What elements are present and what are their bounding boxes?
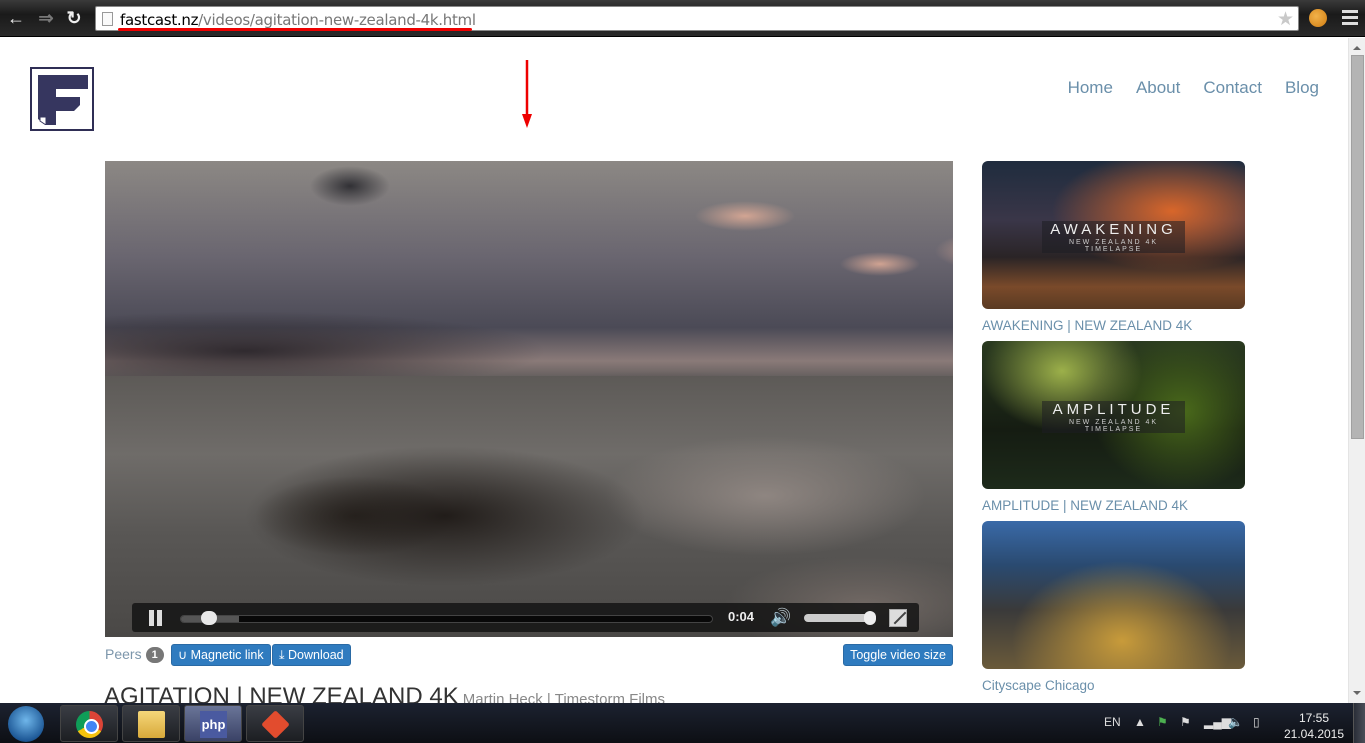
language-indicator[interactable]: EN — [1104, 715, 1121, 729]
url-host: fastcast.nz — [120, 11, 199, 29]
system-clock[interactable]: 17:55 21.04.2015 — [1283, 710, 1345, 742]
back-icon[interactable]: ← — [6, 8, 26, 28]
related-link[interactable]: AMPLITUDE | NEW ZEALAND 4K — [982, 498, 1245, 513]
logo-f-icon — [38, 75, 88, 125]
download-icon: ⤓ — [279, 648, 285, 662]
video-player[interactable] — [105, 161, 953, 637]
start-button-icon[interactable] — [8, 706, 44, 742]
reload-icon[interactable]: ↻ — [64, 8, 84, 28]
player-controls: 0:04 🔊 — [132, 603, 919, 632]
overlay-title: AMPLITUDE — [1052, 401, 1175, 418]
volume-handle[interactable] — [864, 611, 876, 625]
scroll-down-icon[interactable] — [1353, 691, 1361, 695]
taskbar-chrome[interactable] — [60, 705, 118, 742]
pause-icon[interactable] — [149, 610, 162, 626]
related-videos: AWAKENING NEW ZEALAND 4K TIMELAPSE AWAKEN… — [982, 161, 1245, 701]
thumbnail-overlay: AMPLITUDE NEW ZEALAND 4K TIMELAPSE — [1042, 401, 1185, 433]
time-display: 0:04 — [728, 609, 755, 624]
related-thumbnail[interactable]: AMPLITUDE NEW ZEALAND 4K TIMELAPSE — [982, 341, 1245, 489]
fullscreen-icon[interactable] — [889, 609, 907, 627]
page-icon — [102, 12, 113, 26]
video-author: Martin Heck | Timestorm Films — [462, 691, 665, 703]
forward-icon[interactable]: ⇒ — [36, 8, 56, 28]
git-icon — [261, 710, 290, 739]
speaker-icon[interactable]: 🔈 — [1228, 715, 1243, 729]
power-icon[interactable]: ▯ — [1253, 715, 1260, 729]
video-actions: Peers 1 ∪ Magnetic link ⤓ Download Toggle… — [105, 644, 953, 668]
related-thumbnail[interactable]: AWAKENING NEW ZEALAND 4K TIMELAPSE — [982, 161, 1245, 309]
taskbar-file-explorer[interactable] — [122, 705, 180, 742]
volume-icon[interactable]: 🔊 — [770, 608, 791, 628]
video-title-text: AGITATION | NEW ZEALAND 4K — [104, 683, 459, 703]
progress-handle[interactable] — [201, 611, 218, 625]
windows-taskbar: php EN ▲ ⚑ ⚑ ▂▄▆ 🔈 ▯ 17:55 21.04.2015 — [0, 703, 1365, 743]
clock-time: 17:55 — [1298, 711, 1330, 725]
thumbnail-overlay: AWAKENING NEW ZEALAND 4K TIMELAPSE — [1042, 221, 1185, 253]
magnetic-link-button[interactable]: ∪ Magnetic link — [171, 644, 271, 666]
phpstorm-icon: php — [200, 711, 227, 738]
related-link[interactable]: AWAKENING | NEW ZEALAND 4K — [982, 318, 1245, 333]
download-label: Download — [288, 648, 344, 662]
show-desktop-button[interactable] — [1353, 703, 1365, 743]
annotation-arrow-icon — [522, 60, 532, 128]
overlay-title: AWAKENING — [1050, 221, 1177, 238]
folder-icon — [138, 711, 165, 738]
annotation-underline — [118, 28, 472, 31]
cookie-extension-icon[interactable] — [1309, 9, 1327, 27]
nav-about[interactable]: About — [1136, 78, 1180, 98]
network-icon[interactable]: ▂▄▆ — [1204, 715, 1231, 729]
download-button[interactable]: ⤓ Download — [272, 644, 351, 666]
video-title: AGITATION | NEW ZEALAND 4K Martin Heck | … — [104, 683, 665, 703]
url-text[interactable]: fastcast.nz/videos/agitation-new-zealand… — [120, 11, 476, 29]
toggle-video-size-button[interactable]: Toggle video size — [843, 644, 953, 666]
peers-count-badge: 1 — [145, 647, 164, 663]
menu-icon[interactable] — [1342, 10, 1358, 26]
nav-contact[interactable]: Contact — [1203, 78, 1262, 98]
progress-bar[interactable] — [180, 615, 713, 623]
nav-home[interactable]: Home — [1068, 78, 1113, 98]
volume-slider[interactable] — [804, 614, 872, 622]
magnet-label: Magnetic link — [190, 648, 264, 662]
video-frame — [105, 376, 953, 637]
bookmark-star-icon[interactable]: ★ — [1277, 8, 1294, 31]
scroll-thumb[interactable] — [1351, 55, 1364, 439]
top-navigation: Home About Contact Blog — [1045, 78, 1319, 98]
site-logo[interactable] — [30, 67, 94, 131]
url-path: /videos/agitation-new-zealand-4k.html — [198, 11, 476, 29]
taskbar-phpstorm[interactable]: php — [184, 705, 242, 742]
page-scrollbar[interactable] — [1348, 38, 1365, 703]
flag-icon[interactable]: ⚑ — [1180, 715, 1191, 729]
nav-blog[interactable]: Blog — [1285, 78, 1319, 98]
taskbar-git[interactable] — [246, 705, 304, 742]
tray-expand-icon[interactable]: ▲ — [1134, 715, 1146, 729]
peers-text: Peers — [105, 646, 142, 662]
overlay-subtitle: NEW ZEALAND 4K TIMELAPSE — [1068, 419, 1159, 433]
browser-toolbar: ← ⇒ ↻ fastcast.nz/videos/agitation-new-z… — [0, 0, 1365, 37]
chrome-icon — [76, 711, 103, 738]
related-thumbnail[interactable] — [982, 521, 1245, 669]
peers-label: Peers 1 — [105, 646, 164, 663]
clock-date: 21.04.2015 — [1283, 727, 1345, 741]
action-center-flag-icon[interactable]: ⚑ — [1157, 715, 1168, 729]
overlay-subtitle: NEW ZEALAND 4K TIMELAPSE — [1068, 239, 1159, 253]
related-link[interactable]: Cityscape Chicago — [982, 678, 1245, 693]
scroll-up-icon[interactable] — [1353, 46, 1361, 50]
magnet-icon: ∪ — [178, 648, 188, 662]
